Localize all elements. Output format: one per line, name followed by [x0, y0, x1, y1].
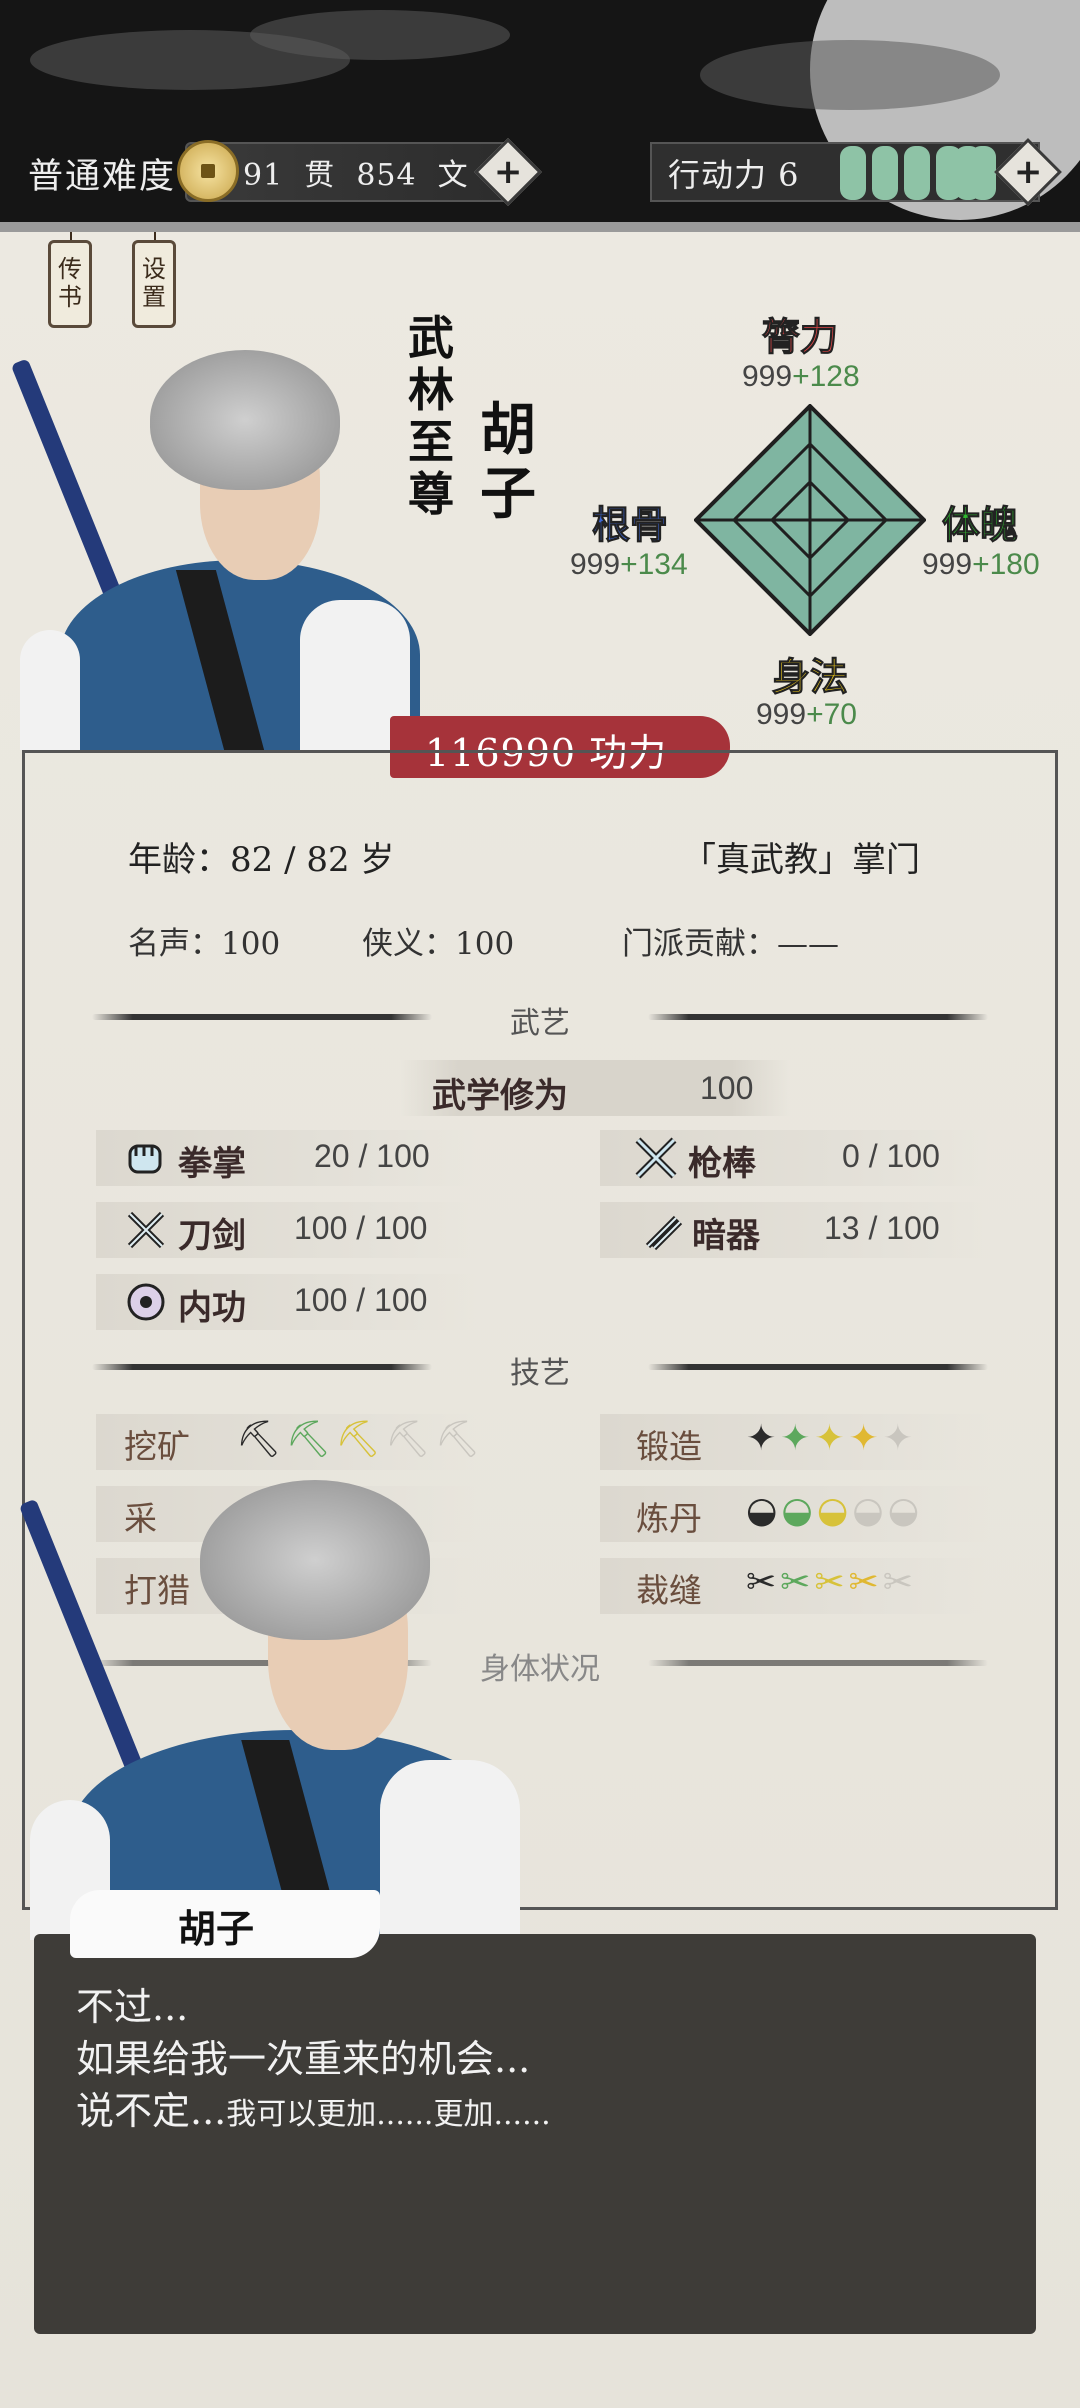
- divider: [648, 1660, 988, 1666]
- difficulty-label: 普通难度: [28, 157, 177, 197]
- craft-name-forging: 锻造: [636, 1427, 702, 1466]
- money-text: 91 贯 854 文: [243, 158, 469, 193]
- needle-icon: ✂: [746, 1562, 781, 1603]
- fist-icon: [124, 1136, 168, 1180]
- attr-physique-name: 体魄: [941, 503, 1019, 548]
- sect-text: 「真武教」掌门: [682, 840, 920, 880]
- character-name: 胡子: [480, 397, 536, 527]
- skill-name-internal: 内功: [178, 1288, 246, 1328]
- coin-icon: [177, 140, 239, 202]
- plus-icon: +: [1013, 152, 1043, 192]
- attr-agility-name: 身法: [771, 655, 849, 700]
- skill-value-internal: 100 / 100: [294, 1282, 428, 1318]
- divider: [92, 1364, 432, 1370]
- sword-icon: [124, 1208, 168, 1252]
- dialog-line-3: 说不定...我可以更加......更加......: [76, 2089, 551, 2133]
- craft-level-tailoring: ✂✂✂✂✂: [746, 1562, 917, 1603]
- martial-section-title: 武艺: [510, 1006, 570, 1041]
- skill-value-fist: 20 / 100: [314, 1138, 430, 1174]
- attr-constitution-value: 999+134: [570, 548, 688, 581]
- cloud-decoration: [250, 10, 510, 60]
- action-point-pip: [872, 146, 898, 200]
- attr-physique-value: 999+180: [922, 548, 1040, 581]
- craft-level-alchemy: ◒◒◒◒◒: [746, 1490, 924, 1531]
- action-points-text: 行动力 6: [668, 156, 800, 194]
- attribute-radar: [694, 404, 926, 636]
- settings-button[interactable]: 设置: [132, 240, 176, 328]
- speaker-name: 胡子: [178, 1906, 255, 1951]
- action-point-pip: [970, 146, 996, 200]
- attr-strength-value: 999+128: [742, 360, 860, 393]
- skill-name-dart: 暗器: [692, 1216, 760, 1256]
- cloud-decoration: [700, 40, 1000, 110]
- pickaxe-icon: ⛏: [236, 1419, 286, 1460]
- settings-label: 设置: [142, 255, 166, 311]
- cultivation-value: 100: [700, 1070, 754, 1106]
- character-portrait: [0, 330, 440, 750]
- skill-value-spear: 0 / 100: [842, 1138, 940, 1174]
- craft-level-mining: ⛏⛏⛏⛏⛏: [236, 1419, 485, 1460]
- divider: [92, 1014, 432, 1020]
- skill-name-sword: 刀剑: [178, 1216, 246, 1256]
- spear-icon: [634, 1136, 678, 1180]
- energy-icon: [124, 1280, 168, 1324]
- skill-name-spear: 枪棒: [688, 1144, 756, 1184]
- panel-top-border: [0, 222, 1080, 232]
- plus-icon: +: [493, 152, 523, 192]
- attr-agility-value: 999+70: [756, 698, 857, 731]
- dialog-line-1: 不过...: [76, 1985, 189, 2029]
- action-point-pip: [904, 146, 930, 200]
- cultivation-label: 武学修为: [432, 1076, 568, 1116]
- speaker-portrait: [0, 1460, 560, 1940]
- character-title: 武林至尊: [408, 311, 454, 521]
- skill-value-sword: 100 / 100: [294, 1210, 428, 1246]
- attr-constitution-name: 根骨: [591, 503, 669, 548]
- craft-name-alchemy: 炼丹: [636, 1499, 702, 1538]
- chivalry-text: 侠义：100: [362, 926, 515, 962]
- letters-label: 传书: [58, 255, 82, 311]
- dialog-line-2: 如果给我一次重来的机会...: [76, 2037, 531, 2081]
- contribution-text: 门派贡献：——: [622, 926, 839, 962]
- action-point-pip: [840, 146, 866, 200]
- bowl-icon: ◒: [746, 1490, 782, 1531]
- attr-strength-name: 膂力: [761, 315, 839, 360]
- divider: [648, 1014, 988, 1020]
- age-text: 年龄：82 / 82 岁: [128, 840, 395, 880]
- divider: [648, 1364, 988, 1370]
- skill-name-fist: 拳掌: [178, 1144, 246, 1184]
- letters-button[interactable]: 传书: [48, 240, 92, 328]
- crafts-section-title: 技艺: [510, 1356, 570, 1391]
- dart-icon: [640, 1208, 684, 1252]
- skill-value-dart: 13 / 100: [824, 1210, 940, 1246]
- craft-level-forging: ✦✦✦✦✦: [746, 1418, 917, 1459]
- craft-name-tailoring: 裁缝: [636, 1571, 702, 1610]
- fame-text: 名声：100: [128, 926, 281, 962]
- anvil-icon: ✦: [746, 1418, 781, 1459]
